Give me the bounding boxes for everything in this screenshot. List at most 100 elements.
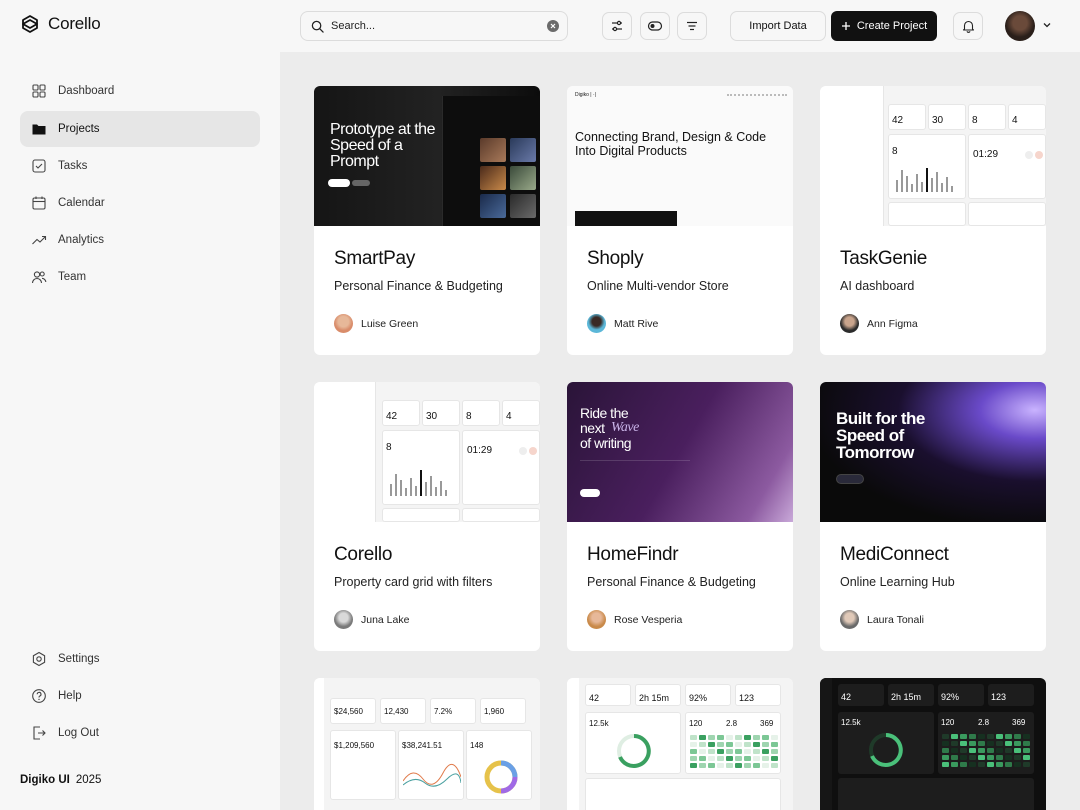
sidebar-item-label: Projects: [58, 123, 100, 135]
project-card-shoply[interactable]: Digiko | ·| Connecting Brand, Design & C…: [567, 86, 793, 355]
sort-lines-icon: [687, 21, 697, 31]
project-subtitle: Online Multi-vendor Store: [587, 279, 729, 293]
sidebar-item-label: Tasks: [58, 160, 88, 172]
heatmap-cell: [744, 749, 751, 754]
heatmap-cell: [735, 735, 742, 740]
owner-name: Laura Tonali: [867, 613, 925, 626]
sidebar-item-label: Log Out: [58, 727, 99, 739]
mid-value: 120: [689, 719, 703, 728]
stat-value: 42: [841, 692, 852, 702]
heatmap-cell: [708, 742, 715, 747]
heatmap-cell: [1014, 762, 1021, 767]
heatmap-cell: [690, 763, 697, 768]
heatmap-cell: [1023, 755, 1030, 760]
filter-sliders-button[interactable]: [602, 12, 632, 40]
project-card-smartpay[interactable]: Prototype at the Speed of a Prompt Smart…: [314, 86, 540, 355]
search-icon: [311, 20, 324, 33]
clear-search-icon[interactable]: [547, 20, 559, 32]
heatmap-cell: [960, 755, 967, 760]
owner-avatar: [587, 610, 606, 629]
sidebar-item-projects[interactable]: Projects: [20, 111, 260, 147]
stat-value: 42: [386, 411, 398, 422]
projects-grid: Prototype at the Speed of a Prompt Smart…: [280, 52, 1080, 810]
owner-avatar: [840, 610, 859, 629]
project-card-corello[interactable]: 42 30 8 4 8 01:29 Corello Property card …: [314, 382, 540, 651]
project-thumbnail: Ride the next Wave of writing: [567, 382, 793, 522]
sidebar-item-calendar[interactable]: Calendar: [20, 185, 260, 221]
heatmap-cell: [699, 735, 706, 740]
heatmap-cell: [996, 734, 1003, 739]
search-input[interactable]: [331, 20, 547, 32]
corello-logo-icon: [22, 15, 38, 33]
stat-value: 30: [426, 411, 438, 422]
heatmap-cell: [1005, 755, 1012, 760]
stat-value: 92%: [941, 692, 960, 702]
view-toggle-button[interactable]: [640, 12, 670, 40]
stat-value: 42: [589, 693, 600, 703]
app-logo[interactable]: Corello: [20, 14, 101, 34]
heatmap-cell: [1023, 748, 1030, 753]
project-subtitle: Personal Finance & Budgeting: [334, 279, 503, 293]
heatmap-cell: [762, 742, 769, 747]
folder-icon: [32, 124, 46, 135]
heatmap-cell: [987, 734, 994, 739]
mid-value: 369: [1012, 718, 1026, 727]
project-title: TaskGenie: [840, 248, 928, 269]
heatmap-cell: [726, 749, 733, 754]
timer-value: 01:29: [467, 445, 493, 456]
project-card-activity-light[interactable]: 42 2h 15m 92% 123 12.5k 120 2.8 369: [567, 678, 793, 810]
heatmap-cell: [942, 748, 949, 753]
mid-value: 369: [760, 719, 774, 728]
heatmap-cell: [1014, 734, 1021, 739]
heatmap-cell: [1023, 762, 1030, 767]
project-thumbnail: 42 30 8 4 8 01:29: [314, 382, 540, 522]
thumbnail-brand: Digiko | ·|: [575, 92, 596, 98]
heatmap-cell: [699, 749, 706, 754]
heatmap-cell: [951, 762, 958, 767]
sidebar-item-help[interactable]: Help: [20, 678, 260, 714]
sidebar-item-tasks[interactable]: Tasks: [20, 148, 260, 184]
chevron-down-icon[interactable]: [1042, 20, 1052, 30]
thumbnail-headline-line4: of writing: [580, 435, 632, 451]
app-name: Corello: [48, 14, 101, 33]
project-card-mediconnect[interactable]: Built for the Speed of Tomorrow MediConn…: [820, 382, 1046, 651]
project-title: HomeFindr: [587, 544, 679, 565]
sidebar-item-dashboard[interactable]: Dashboard: [20, 73, 260, 109]
heatmap-cell: [1005, 748, 1012, 753]
footer-year: 2025: [75, 774, 102, 786]
heatmap-cell: [987, 748, 994, 753]
create-project-button[interactable]: Create Project: [831, 11, 937, 41]
project-owner: Laura Tonali: [840, 610, 924, 629]
owner-avatar: [840, 314, 859, 333]
heatmap-cell: [996, 748, 1003, 753]
sidebar-item-analytics[interactable]: Analytics: [20, 222, 260, 258]
heatmap-cell: [753, 763, 760, 768]
stat-value: 123: [739, 693, 755, 703]
sidebar-item-logout[interactable]: Log Out: [20, 715, 260, 751]
project-card-homefindr[interactable]: Ride the next Wave of writing HomeFindr …: [567, 382, 793, 651]
user-avatar[interactable]: [1005, 11, 1035, 41]
notifications-button[interactable]: [953, 12, 983, 40]
sidebar-item-team[interactable]: Team: [20, 259, 260, 295]
stat-value: 8: [972, 115, 978, 126]
heatmap-cell: [969, 755, 976, 760]
project-card-activity-dark[interactable]: 42 2h 15m 92% 123 12.5k 120 2.8 369: [820, 678, 1046, 810]
search-bar[interactable]: [300, 11, 568, 41]
sidebar-item-settings[interactable]: Settings: [20, 641, 260, 677]
heatmap-cell: [690, 735, 697, 740]
stat-value: 92%: [689, 693, 708, 703]
heatmap-cell: [996, 741, 1003, 746]
project-card-finance-dashboard[interactable]: $24,560 12,430 7.2% 1,960 $1,209,560 $38…: [314, 678, 540, 810]
project-card-taskgenie[interactable]: 42 30 8 4 8 01:29 TaskGenie AI dashboard…: [820, 86, 1046, 355]
toggle-icon: [647, 21, 663, 31]
import-data-button[interactable]: Import Data: [730, 11, 826, 41]
big-value: $38,241.51: [402, 741, 443, 750]
owner-name: Ann Figma: [867, 317, 918, 330]
sort-button[interactable]: [677, 12, 707, 40]
project-subtitle: Personal Finance & Budgeting: [587, 575, 756, 589]
heatmap-cell: [717, 749, 724, 754]
sidebar-item-label: Team: [58, 271, 87, 283]
help-icon: [32, 689, 46, 703]
heatmap-cell: [942, 741, 949, 746]
heatmap-cell: [744, 742, 751, 747]
